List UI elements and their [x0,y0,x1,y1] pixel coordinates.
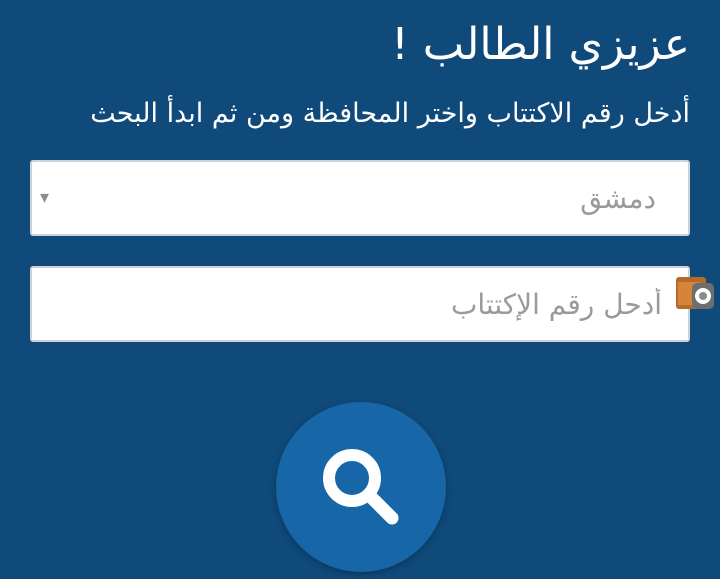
subscription-number-input[interactable] [30,266,690,342]
governorate-selected-value: دمشق [580,182,656,215]
autofill-helper-icon[interactable] [674,274,716,316]
governorate-select[interactable]: دمشق ▾ [30,160,690,236]
search-icon [323,449,399,525]
search-button[interactable] [276,402,446,572]
student-search-page: عزيزي الطالب ! أدخل رقم الاكتتاب واختر ا… [0,0,720,579]
instructions-text: أدخل رقم الاكتتاب واختر المحافظة ومن ثم … [90,98,690,129]
page-title: عزيزي الطالب ! [391,19,690,70]
chevron-down-icon: ▾ [40,187,50,208]
